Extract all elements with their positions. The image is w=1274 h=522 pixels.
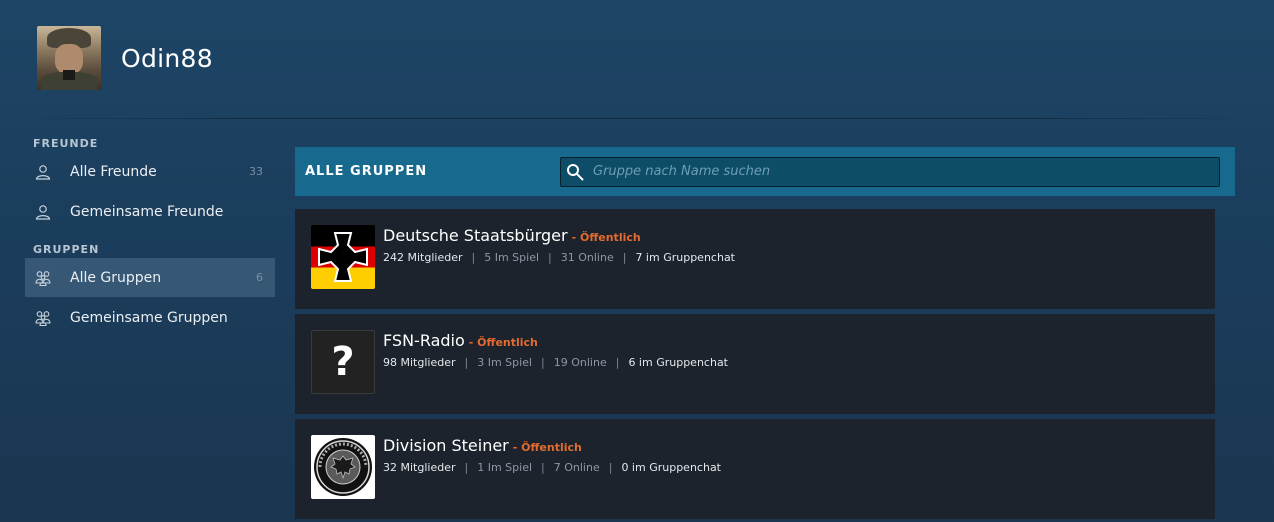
group-info: Division Steiner - Öffentlich 32 Mitglie… <box>383 436 721 474</box>
header-divider <box>0 118 1274 119</box>
members-count: 98 Mitglieder <box>383 356 456 369</box>
group-info: Deutsche Staatsbürger - Öffentlich 242 M… <box>383 226 735 264</box>
separator: | <box>622 251 627 264</box>
groups-count: 6 <box>256 271 263 284</box>
online-count: 19 Online <box>553 356 607 369</box>
question-mark-icon[interactable]: ? <box>311 330 375 394</box>
sidebar-item-label: Gemeinsame Gruppen <box>70 309 228 326</box>
search-box[interactable] <box>560 156 1220 187</box>
sidebar-item-label: Alle Gruppen <box>70 269 162 286</box>
online-count: 31 Online <box>560 251 614 264</box>
chat-count: 7 im Gruppenchat <box>635 251 735 264</box>
user-avatar[interactable] <box>37 26 101 90</box>
separator: | <box>471 251 476 264</box>
sidebar-item-label: Alle Freunde <box>70 163 157 180</box>
separator: | <box>464 461 469 474</box>
person-icon <box>35 204 51 220</box>
friends-count: 33 <box>249 165 263 178</box>
sidebar-item-common-friends[interactable]: Gemeinsame Freunde <box>25 192 275 231</box>
person-icon <box>35 164 51 180</box>
question-mark-glyph: ? <box>331 339 355 385</box>
in-game-count: 3 Im Spiel <box>477 356 533 369</box>
members-count: 242 Mitglieder <box>383 251 463 264</box>
group-stats: 242 Mitglieder | 5 Im Spiel | 31 Online … <box>383 251 735 264</box>
group-row[interactable]: Division Steiner - Öffentlich 32 Mitglie… <box>295 419 1215 519</box>
sidebar-item-all-groups[interactable]: Alle Gruppen 6 <box>25 258 275 297</box>
sidebar-item-common-groups[interactable]: Gemeinsame Gruppen <box>25 298 275 337</box>
group-icon <box>35 310 51 326</box>
profile-header: Odin88 <box>37 26 213 90</box>
members-count: 32 Mitglieder <box>383 461 456 474</box>
chat-count: 0 im Gruppenchat <box>621 461 721 474</box>
sidebar: FREUNDE Alle Freunde 33 Gemeinsame Freun… <box>25 137 275 337</box>
separator: | <box>608 461 613 474</box>
separator: | <box>615 356 620 369</box>
profile-username[interactable]: Odin88 <box>121 44 213 73</box>
group-row[interactable]: ? FSN-Radio - Öffentlich 98 Mitglieder |… <box>295 314 1215 414</box>
group-privacy: - Öffentlich <box>468 336 538 349</box>
group-stats: 32 Mitglieder | 1 Im Spiel | 7 Online | … <box>383 461 721 474</box>
sidebar-item-label: Gemeinsame Freunde <box>70 203 224 220</box>
search-icon <box>565 162 585 182</box>
groups-header: ALLE GRUPPEN <box>295 147 1235 196</box>
search-input[interactable] <box>585 157 1219 186</box>
group-icon <box>35 270 51 286</box>
group-privacy: - Öffentlich <box>571 231 641 244</box>
in-game-count: 1 Im Spiel <box>477 461 533 474</box>
group-name[interactable]: FSN-Radio <box>383 331 465 350</box>
group-list: Deutsche Staatsbürger - Öffentlich 242 M… <box>295 209 1215 519</box>
group-privacy: - Öffentlich <box>512 441 582 454</box>
separator: | <box>548 251 552 264</box>
sidebar-item-all-friends[interactable]: Alle Freunde 33 <box>25 152 275 191</box>
eagle-seal-icon[interactable] <box>311 435 375 499</box>
sidebar-heading-groups: GRUPPEN <box>33 243 100 256</box>
group-name[interactable]: Deutsche Staatsbürger <box>383 226 568 245</box>
group-name[interactable]: Division Steiner <box>383 436 509 455</box>
chat-count: 6 im Gruppenchat <box>628 356 728 369</box>
separator: | <box>464 356 469 369</box>
page-title: ALLE GRUPPEN <box>305 164 428 179</box>
separator: | <box>541 356 545 369</box>
sidebar-heading-friends: FREUNDE <box>33 137 99 150</box>
group-row[interactable]: Deutsche Staatsbürger - Öffentlich 242 M… <box>295 209 1215 309</box>
group-info: FSN-Radio - Öffentlich 98 Mitglieder | 3… <box>383 331 728 369</box>
group-stats: 98 Mitglieder | 3 Im Spiel | 19 Online |… <box>383 356 728 369</box>
iron-cross-flag-icon[interactable] <box>311 225 375 289</box>
groups-panel: ALLE GRUPPEN Deutsche Staatsbürger - Öff… <box>295 147 1235 522</box>
in-game-count: 5 Im Spiel <box>484 251 540 264</box>
separator: | <box>541 461 545 474</box>
online-count: 7 Online <box>553 461 600 474</box>
